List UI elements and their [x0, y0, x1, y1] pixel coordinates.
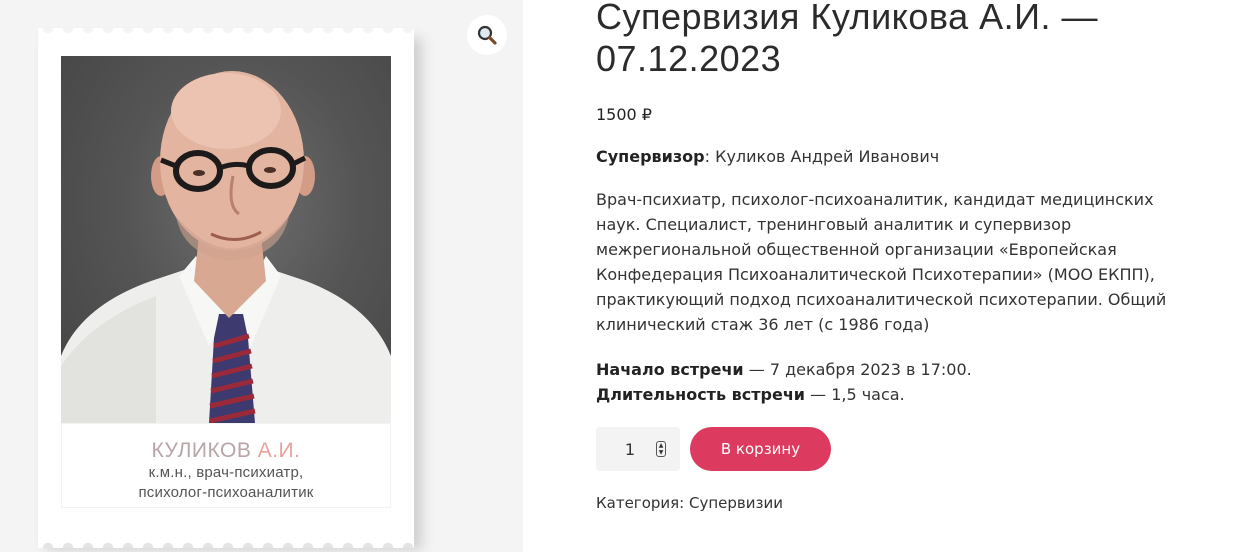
product-summary: Супервизия Куликова А.И. — 07.12.2023 15…: [596, 0, 1196, 512]
product-gallery: КУЛИКОВ А.И. к.м.н., врач-психиатр, псих…: [0, 0, 523, 552]
supervisor-value: : Куликов Андрей Иванович: [704, 147, 940, 166]
caption-surname: КУЛИКОВ: [151, 439, 258, 462]
quantity-value: 1: [624, 439, 636, 459]
category-label: Категория:: [596, 494, 689, 512]
product-category: Категория: Супервизии: [596, 494, 1196, 512]
supervisor-label: Супервизор: [596, 147, 705, 166]
photo-caption: КУЛИКОВ А.И. к.м.н., врач-психиатр, псих…: [61, 423, 391, 508]
category-link[interactable]: Супервизии: [689, 494, 783, 512]
quantity-spinner-icon[interactable]: ▲ ▼: [656, 441, 666, 457]
quantity-stepper[interactable]: 1 ▲ ▼: [596, 427, 680, 471]
zoom-button[interactable]: [467, 15, 507, 55]
supervisor-photo: [61, 56, 391, 423]
caption-line-1: к.м.н., врач-психиатр,: [148, 464, 304, 481]
caption-line-2: психолог-психоаналитик: [138, 484, 314, 501]
product-description: Врач-психиатр, психолог-психоаналитик, к…: [596, 190, 1167, 334]
add-to-cart-form: 1 ▲ ▼ В корзину: [596, 427, 1196, 471]
caption-name: КУЛИКОВ А.И.: [62, 439, 390, 463]
product-price: 1500 ₽: [596, 105, 652, 124]
product-image[interactable]: КУЛИКОВ А.И. к.м.н., врач-психиатр, псих…: [38, 28, 414, 548]
duration-value: — 1,5 часа.: [805, 385, 905, 404]
spinner-down-icon[interactable]: ▼: [659, 449, 664, 456]
start-value: — 7 декабря 2023 в 17:00.: [743, 360, 972, 379]
add-to-cart-button[interactable]: В корзину: [690, 427, 831, 471]
meeting-info: Начало встречи — 7 декабря 2023 в 17:00.…: [596, 357, 1196, 407]
product-title: Супервизия Куликова А.И. — 07.12.2023: [596, 0, 1098, 79]
stamp-edge-top: [38, 28, 414, 38]
magnifier-icon: [477, 25, 497, 45]
duration-label: Длительность встречи: [596, 385, 806, 404]
supervisor-line: Супервизор: Куликов Андрей Иванович: [596, 144, 1196, 169]
caption-initials: А.И.: [257, 439, 301, 462]
stamp-edge-bottom: [38, 538, 414, 548]
start-label: Начало встречи: [596, 360, 744, 379]
spinner-up-icon[interactable]: ▲: [659, 442, 664, 449]
